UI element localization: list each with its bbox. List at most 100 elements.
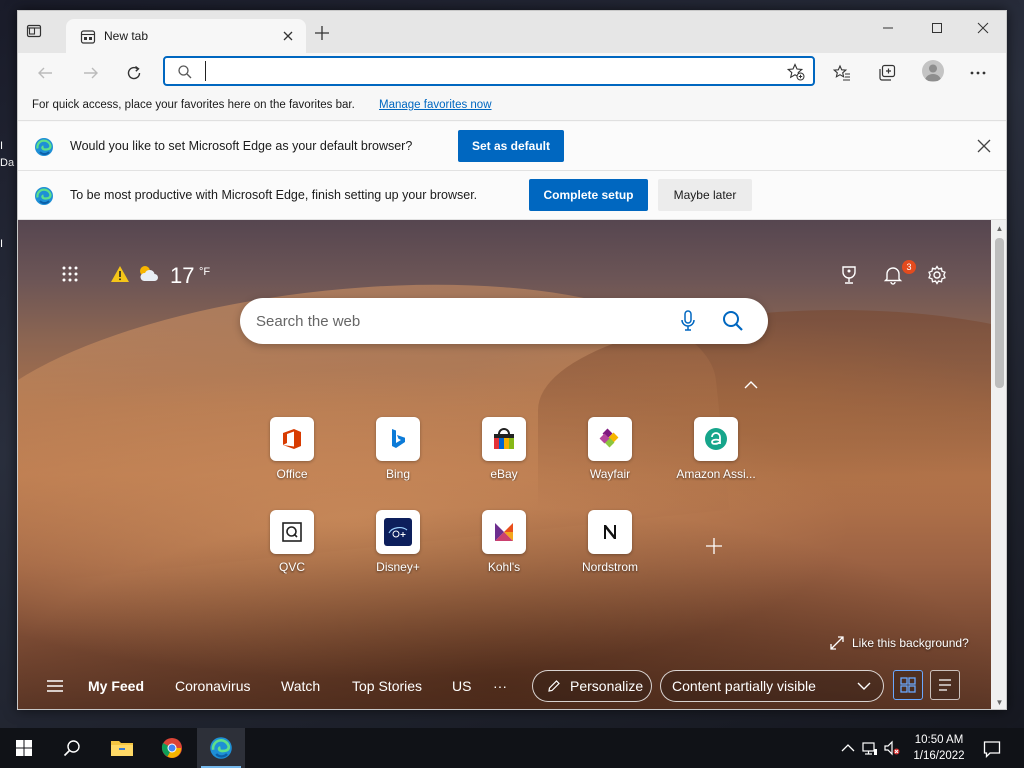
scroll-up-arrow-icon[interactable]: ▲ — [995, 224, 1004, 233]
edge-logo-icon — [210, 737, 232, 759]
action-center-notification-icon[interactable] — [983, 740, 1001, 758]
profile-avatar[interactable] — [922, 60, 944, 82]
like-background-label: Like this background? — [852, 636, 969, 650]
scroll-down-arrow-icon[interactable]: ▼ — [995, 698, 1004, 707]
back-button[interactable] — [33, 61, 57, 85]
quick-link-nordstrom[interactable]: Nordstrom — [565, 510, 655, 590]
feed-more-button[interactable]: ··· — [493, 678, 507, 694]
tab-actions-button[interactable] — [26, 23, 46, 43]
new-tab-plus-icon[interactable] — [314, 25, 330, 41]
amazon-assistant-icon — [694, 417, 738, 461]
maximize-icon — [932, 23, 942, 33]
favorites-bar-message: For quick access, place your favorites h… — [32, 99, 355, 111]
tab-new-tab[interactable]: New tab — [66, 19, 306, 53]
microphone-icon[interactable] — [680, 310, 696, 332]
close-infobar-icon[interactable] — [976, 138, 992, 154]
desktop-label-fragment: Da — [0, 157, 15, 169]
weather-button[interactable] — [136, 262, 160, 284]
quick-link-wayfair[interactable]: Wayfair — [565, 417, 655, 497]
minimize-button[interactable] — [873, 17, 903, 39]
app-launcher-button[interactable] — [60, 264, 80, 284]
toolbar — [18, 53, 1006, 93]
page-scrollbar[interactable]: ▲ ▼ — [991, 220, 1006, 709]
web-search-input[interactable] — [256, 309, 656, 333]
set-as-default-button[interactable]: Set as default — [458, 130, 564, 162]
refresh-icon — [127, 65, 141, 80]
feed-tab-us[interactable]: US — [452, 678, 471, 694]
expand-arrows-icon — [830, 636, 844, 650]
chrome-button[interactable] — [148, 728, 196, 768]
manage-favorites-link[interactable]: Manage favorites now — [379, 99, 492, 111]
address-input[interactable] — [205, 61, 775, 81]
chevron-up-icon[interactable] — [743, 378, 759, 390]
close-tab-icon[interactable] — [280, 28, 296, 44]
address-bar[interactable] — [163, 56, 815, 86]
more-ellipsis-icon — [970, 71, 986, 75]
collections-button[interactable] — [875, 61, 899, 85]
wayfair-pinwheel-icon — [588, 417, 632, 461]
close-icon — [977, 22, 989, 34]
file-explorer-button[interactable] — [98, 728, 146, 768]
personalize-button[interactable]: Personalize — [532, 670, 652, 702]
tab-strip: New tab — [18, 11, 1006, 53]
volume-muted-icon[interactable] — [884, 740, 900, 756]
quick-link-amazon-assistant[interactable]: Amazon Assi... — [671, 417, 761, 497]
refresh-button[interactable] — [122, 61, 146, 85]
search-button[interactable] — [48, 728, 96, 768]
setup-infobar: To be most productive with Microsoft Edg… — [18, 171, 1006, 220]
feed-tab-my-feed[interactable]: My Feed — [88, 678, 144, 694]
nordstrom-n-icon — [588, 510, 632, 554]
quick-link-office[interactable]: Office — [247, 417, 337, 497]
desktop-icon-fragment-2: I — [0, 238, 4, 250]
feed-tab-top-stories[interactable]: Top Stories — [352, 678, 422, 694]
add-favorite-icon[interactable] — [787, 63, 805, 81]
feed-tab-coronavirus[interactable]: Coronavirus — [175, 678, 250, 694]
grid-layout-button[interactable] — [893, 670, 923, 700]
quick-link-bing[interactable]: Bing — [353, 417, 443, 497]
weather-alert-button[interactable] — [110, 264, 130, 284]
edge-logo-icon — [35, 187, 53, 205]
search-icon[interactable] — [722, 310, 744, 332]
bing-logo-icon — [376, 417, 420, 461]
network-icon[interactable] — [862, 740, 878, 756]
personalize-label: Personalize — [570, 678, 644, 694]
maximize-button[interactable] — [922, 17, 952, 39]
feed-tab-watch[interactable]: Watch — [281, 678, 320, 694]
favorites-button[interactable] — [830, 61, 854, 85]
edge-window: New tab For quick access, place your fav… — [17, 10, 1007, 710]
show-hidden-icons-chevron-icon[interactable] — [840, 740, 856, 756]
windows-logo-icon — [16, 740, 32, 756]
maybe-later-button[interactable]: Maybe later — [658, 179, 752, 211]
rewards-button[interactable] — [838, 264, 860, 286]
close-window-button[interactable] — [968, 17, 998, 39]
list-layout-button[interactable] — [930, 670, 960, 700]
scrollbar-thumb[interactable] — [995, 238, 1004, 388]
chrome-logo-icon — [161, 738, 182, 758]
partly-cloudy-icon — [140, 266, 158, 281]
page-settings-button[interactable] — [926, 264, 948, 286]
favorites-bar: For quick access, place your favorites h… — [18, 93, 1006, 121]
complete-setup-button[interactable]: Complete setup — [529, 179, 648, 211]
tab-title: New tab — [104, 29, 149, 43]
gear-icon — [928, 265, 946, 285]
content-visibility-dropdown[interactable]: Content partially visible — [660, 670, 884, 702]
forward-button[interactable] — [79, 61, 103, 85]
quick-link-ebay[interactable]: eBay — [459, 417, 549, 497]
quick-link-qvc[interactable]: QVC — [247, 510, 337, 590]
web-search-box[interactable] — [240, 298, 768, 344]
add-quick-link-plus-icon[interactable] — [704, 536, 724, 556]
back-arrow-icon — [38, 67, 52, 79]
minimize-icon — [883, 27, 893, 29]
edge-taskbar-button[interactable] — [197, 728, 245, 768]
quick-link-kohls[interactable]: Kohl's — [459, 510, 549, 590]
weather-temperature[interactable]: 17 — [170, 263, 194, 289]
settings-more-button[interactable] — [966, 61, 990, 85]
hamburger-menu-icon[interactable] — [46, 679, 64, 693]
start-button[interactable] — [0, 728, 48, 768]
waffle-grid-icon — [62, 266, 78, 282]
quick-link-disney-plus[interactable]: Disney+ — [353, 510, 443, 590]
notifications-button[interactable] — [882, 264, 904, 286]
default-browser-message: Would you like to set Microsoft Edge as … — [70, 139, 413, 153]
system-clock[interactable]: 10:50 AM 1/16/2022 — [906, 732, 972, 764]
like-background-link[interactable]: Like this background? — [830, 636, 969, 650]
